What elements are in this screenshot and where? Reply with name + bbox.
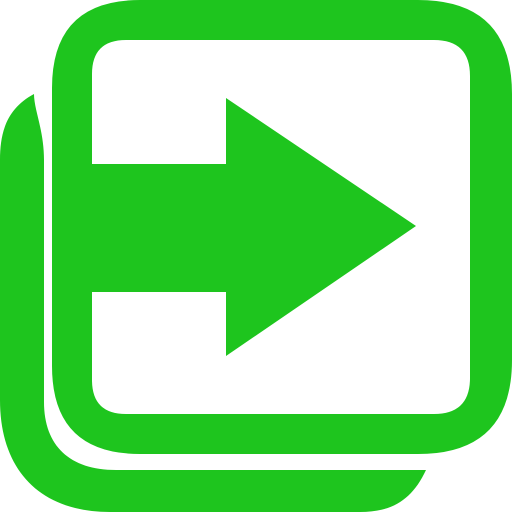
enter-arrow-stack-icon xyxy=(0,0,512,512)
arrow-right-shape xyxy=(92,98,416,356)
app-icon xyxy=(0,0,512,512)
